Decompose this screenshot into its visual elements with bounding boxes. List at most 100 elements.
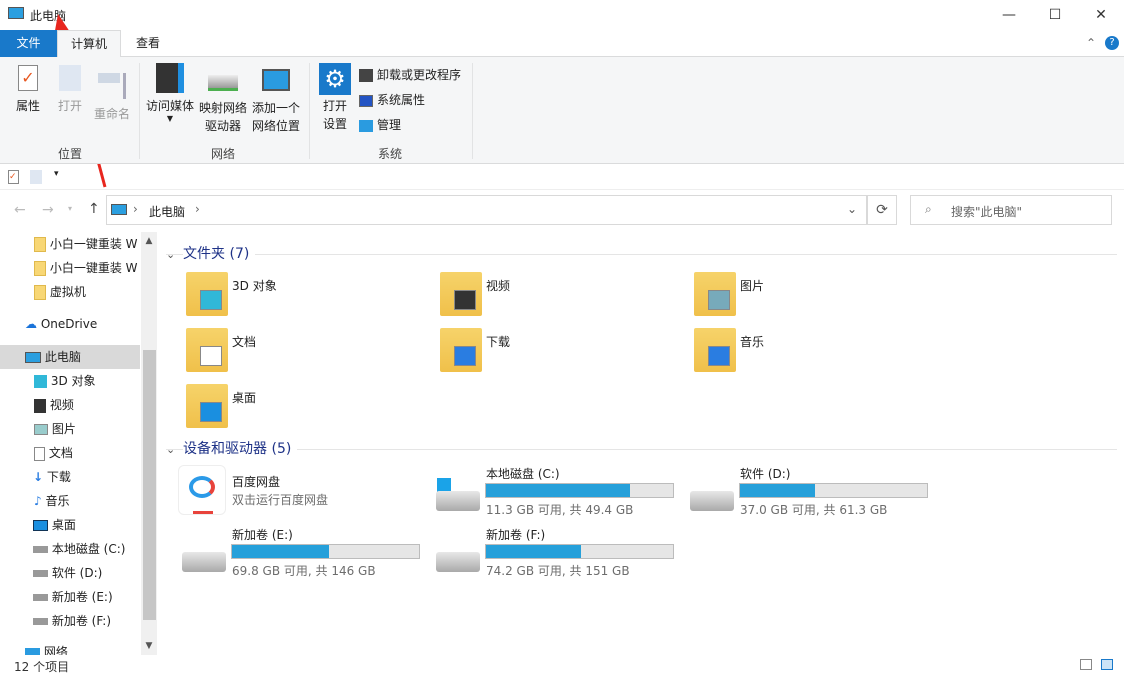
maximize-button[interactable]: ☐ [1032,0,1078,30]
music-icon: ♪ [34,494,42,508]
drive-icon [33,570,48,577]
rename-button[interactable]: 重命名 [90,65,134,123]
baidu-netdisk-item[interactable]: 百度网盘 双击运行百度网盘 [178,465,408,515]
folders-section-header[interactable]: ⌄ 文件夹 (7) [166,243,1117,255]
back-button[interactable]: ← [14,202,26,218]
up-button[interactable]: ↑ [88,201,100,217]
nav-item-this-pc[interactable]: 此电脑 [0,345,140,369]
nav-item[interactable]: 小白一键重装 W [0,232,140,256]
large-icons-view-button[interactable] [1101,659,1113,670]
scrollbar-thumb[interactable] [143,350,156,620]
tab-file[interactable]: 文件 [0,30,57,57]
system-properties-button[interactable]: 系统属性 [359,91,425,108]
nav-item[interactable]: 虚拟机 [0,280,140,304]
nav-item[interactable]: 文档 [0,441,140,465]
nav-item[interactable]: 软件 (D:) [0,561,140,585]
folder-tile-3d-objects[interactable]: 3D 对象 [186,272,426,320]
nav-item[interactable]: 本地磁盘 (C:) [0,537,140,561]
folder-tile-music[interactable]: 音乐 [694,328,934,376]
details-view-button[interactable] [1080,659,1092,670]
breadcrumb-separator: › [195,202,200,216]
3d-objects-icon [34,375,47,388]
network-drive-icon [208,75,238,91]
access-media-button[interactable]: 访问媒体 ▼ [145,63,195,123]
drive-icon [33,546,48,553]
address-bar[interactable]: › 此电脑 › ⌄ [106,195,867,225]
computer-icon [8,7,24,19]
open-button[interactable]: 打开 [52,65,88,115]
nav-item[interactable]: 小白一键重装 W [0,256,140,280]
nav-item[interactable]: ↓ 下载 [0,465,140,489]
title-bar: 此电脑 — ☐ ✕ [0,0,1124,30]
nav-item-network[interactable]: 网络 [0,640,140,655]
minimize-button[interactable]: — [986,0,1032,30]
tab-view[interactable]: 查看 [124,30,172,57]
manage-button[interactable]: 管理 [359,116,401,133]
manage-icon [359,120,373,132]
group-system-label: 系统 [378,145,402,162]
new-folder-icon[interactable] [30,170,42,184]
folder-icon [34,285,46,300]
music-icon [708,346,730,366]
help-icon[interactable]: ? [1105,36,1119,50]
folder-tile-video[interactable]: 视频 [440,272,680,320]
breadcrumb-this-pc[interactable]: 此电脑 [149,203,185,220]
forward-button[interactable]: → [42,202,54,218]
folder-tile-downloads[interactable]: 下载 [440,328,680,376]
drive-usage-bar [231,544,420,559]
group-network-label: 网络 [211,145,235,162]
baidu-netdisk-icon [178,465,226,515]
group-location-label: 位置 [58,145,82,162]
drive-icon [182,552,226,572]
pictures-icon [708,290,730,310]
folder-tile-desktop[interactable]: 桌面 [186,384,426,432]
nav-scrollbar[interactable]: ▲ ▼ [141,232,157,655]
nav-item[interactable]: 图片 [0,417,140,441]
nav-item[interactable]: 新加卷 (F:) [0,609,140,633]
drive-usage-bar [485,544,674,559]
navigation-pane: 小白一键重装 W 小白一键重装 W 虚拟机 ☁ OneDrive 此电脑 3D … [0,232,157,655]
breadcrumb-separator: › [133,202,138,216]
drive-icon [33,594,48,601]
collapse-ribbon-icon[interactable]: ⌃ [1086,36,1096,50]
quick-access-toolbar: ✓ ▾ [0,165,1124,190]
downloads-icon: ↓ [33,470,43,484]
close-button[interactable]: ✕ [1078,0,1124,30]
nav-item[interactable]: 桌面 [0,513,140,537]
nav-item[interactable]: 新加卷 (E:) [0,585,140,609]
add-network-location-button[interactable]: 添加一个 网络位置 [250,63,302,135]
uninstall-button[interactable]: 卸载或更改程序 [359,66,461,83]
search-box[interactable]: ⌕ 搜索"此电脑" [910,195,1112,225]
drive-tile[interactable]: 新加卷 (E:) 69.8 GB 可用, 共 146 GB [178,526,428,578]
nav-item[interactable]: ♪ 音乐 [0,489,140,513]
properties-icon[interactable]: ✓ [8,170,19,184]
downloads-icon [454,346,476,366]
search-input[interactable]: 搜索"此电脑" [951,203,1022,220]
recent-locations-icon[interactable]: ▾ [68,204,72,213]
computer-icon [25,352,41,363]
video-icon [34,399,46,413]
nav-item[interactable]: 视频 [0,393,140,417]
gear-icon: ⚙ [319,63,351,95]
collapse-icon: ⌄ [166,443,175,456]
folder-tile-pictures[interactable]: 图片 [694,272,934,320]
drive-tile[interactable]: 新加卷 (F:) 74.2 GB 可用, 共 151 GB [432,526,682,578]
tab-computer[interactable]: 计算机 [57,30,121,57]
map-drive-button[interactable]: 映射网络 驱动器 [197,63,249,135]
folder-tile-documents[interactable]: 文档 [186,328,426,376]
collapse-icon: ⌄ [166,248,175,261]
refresh-button[interactable]: ⟳ [867,195,897,225]
open-settings-button[interactable]: ⚙ 打开 设置 [316,63,354,133]
drive-icon [436,552,480,572]
rename-icon [98,73,126,99]
drive-tile[interactable]: 软件 (D:) 37.0 GB 可用, 共 61.3 GB [686,465,936,517]
properties-button[interactable]: ✓ 属性 [8,65,48,115]
network-icon [25,648,40,656]
item-count: 12 个项目 [14,658,69,675]
customize-toolbar-icon[interactable]: ▾ [54,169,59,179]
nav-item-onedrive[interactable]: ☁ OneDrive [0,312,140,336]
nav-item[interactable]: 3D 对象 [0,369,140,393]
drive-tile[interactable]: 本地磁盘 (C:) 11.3 GB 可用, 共 49.4 GB [432,465,682,517]
devices-section-header[interactable]: ⌄ 设备和驱动器 (5) [166,438,1117,450]
address-dropdown-icon[interactable]: ⌄ [847,202,857,216]
